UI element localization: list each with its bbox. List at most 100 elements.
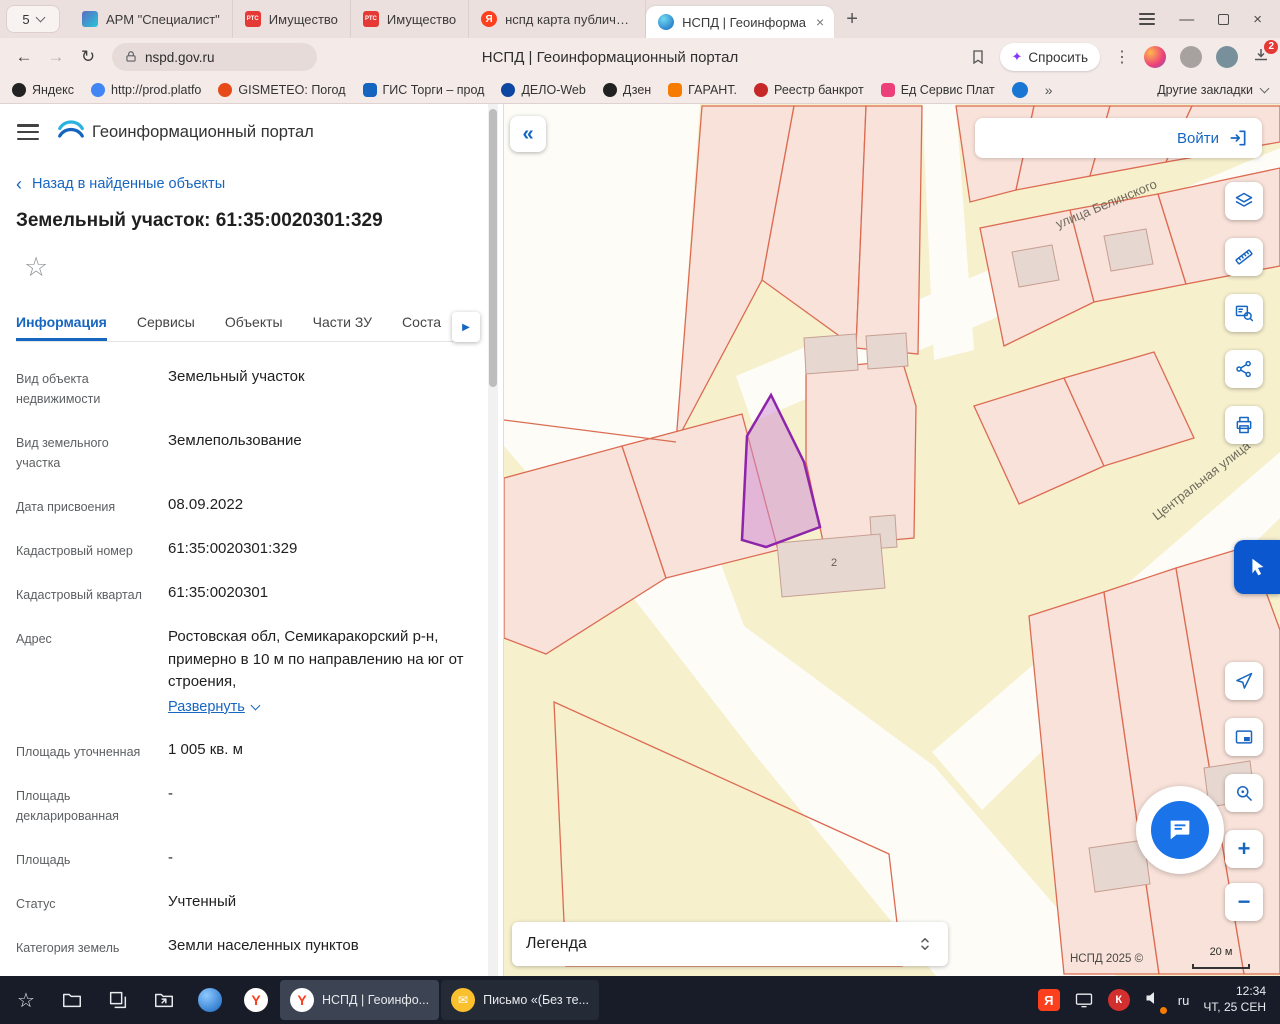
new-tab-button[interactable]: + [834, 8, 870, 31]
browser-menu-icon[interactable] [1139, 13, 1156, 25]
bookmark-ed-servis[interactable]: Ед Сервис Плат [880, 82, 995, 97]
clock-date: ЧТ, 25 СЕН [1203, 1000, 1266, 1014]
browser-orb-button[interactable] [188, 978, 232, 1022]
favorite-star-icon[interactable]: ☆ [24, 252, 48, 283]
collapse-panel-button[interactable]: « [510, 116, 546, 152]
ask-ai-button[interactable]: ✦ Спросить [999, 43, 1100, 71]
forward-button[interactable]: → [42, 47, 70, 67]
kebab-menu-icon[interactable]: ⋮ [1114, 47, 1130, 67]
measure-tool-button[interactable] [1225, 238, 1263, 276]
search-location-icon [1237, 786, 1252, 801]
extension-icon-blue[interactable] [1216, 46, 1238, 68]
tab-label: НСПД | Геоинформа [682, 14, 806, 30]
field-label: Вид земельного участка [16, 436, 109, 470]
tab-parts[interactable]: Части ЗУ [313, 308, 372, 341]
field-value: 61:35:0020301:329 [168, 540, 298, 557]
bookmark-reestr-bankrot[interactable]: Реестр банкрот [754, 82, 864, 97]
taskbar-window-nspd[interactable]: Y НСПД | Геоинфо... [280, 980, 440, 1020]
address-input[interactable]: nspd.gov.ru [112, 43, 317, 71]
portal-menu-icon[interactable] [17, 124, 39, 140]
extension-icon-gray[interactable] [1180, 46, 1202, 68]
bookmark-yandex[interactable]: Яндекс [12, 82, 74, 97]
login-bar[interactable]: Войти [975, 118, 1262, 158]
back-to-results-link[interactable]: ‹ Назад в найденные объекты [16, 175, 225, 193]
close-window-button[interactable]: × [1253, 11, 1262, 28]
speaker-icon [1146, 991, 1154, 1004]
tab-counter[interactable]: 5 [6, 5, 60, 33]
bookmark-label: ГИС Торги – прод [382, 82, 485, 97]
bookmark-dzen[interactable]: Дзен [602, 82, 651, 97]
tab-objects[interactable]: Объекты [225, 308, 283, 341]
display-tray-icon[interactable] [1074, 990, 1094, 1010]
tab-services[interactable]: Сервисы [137, 308, 195, 341]
tab-rts-2[interactable]: РТС Имущество [351, 0, 470, 38]
layers-tool-button[interactable] [1225, 182, 1263, 220]
field-value: 08.09.2022 [168, 496, 244, 513]
bookmark-label: Ед Сервис Плат [900, 82, 995, 97]
close-tab-icon[interactable]: × [814, 12, 826, 32]
tab-arm-specialist[interactable]: АРМ "Специалист" [70, 0, 233, 38]
downloads-button[interactable]: 2 [1252, 39, 1278, 69]
file-explorer-button[interactable] [50, 978, 94, 1022]
panel-scrollbar-thumb[interactable] [489, 109, 497, 387]
minimize-window-button[interactable]: — [1179, 11, 1194, 28]
search-location-button[interactable] [1225, 774, 1263, 812]
share-tool-button[interactable] [1225, 350, 1263, 388]
chat-widget-button[interactable] [1136, 786, 1224, 874]
taskbar-window-mail[interactable]: ✉ Письмо «(Без те... [441, 980, 599, 1020]
language-indicator[interactable]: ru [1178, 993, 1190, 1008]
extension-icon-colorful[interactable] [1144, 46, 1166, 68]
object-search-tool-button[interactable] [1225, 294, 1263, 332]
windows-stack-icon [109, 991, 127, 1009]
legend-bar[interactable]: Легенда [512, 922, 948, 966]
field-row-address: Адрес Ростовская обл, Семикаракорский р-… [16, 626, 478, 718]
tab-sostav[interactable]: Соста [402, 308, 441, 341]
k-app-tray-icon[interactable]: К [1107, 989, 1130, 1011]
tab-rts-1[interactable]: РТС Имущество [233, 0, 351, 38]
back-link-label: Назад в найденные объекты [32, 176, 226, 192]
other-bookmarks-button[interactable]: Другие закладки [1157, 83, 1270, 97]
clock[interactable]: 12:34 ЧТ, 25 СЕН [1203, 984, 1266, 1015]
reload-button[interactable]: ↻ [74, 47, 102, 67]
back-button[interactable]: ← [10, 47, 38, 67]
field-value: 61:35:0020301 [168, 584, 269, 601]
locate-me-button[interactable] [1225, 662, 1263, 700]
bookmark-prod-platform[interactable]: http://prod.platfo [91, 82, 202, 97]
plus-icon: + [1237, 836, 1251, 861]
tab-information[interactable]: Информация [16, 308, 107, 341]
bookmark-globe-icon[interactable] [1011, 81, 1028, 98]
mini-map-button[interactable] [1225, 718, 1263, 756]
field-label: Площадь [16, 853, 71, 868]
address-bar-actions: ✦ Спросить ⋮ 2 [970, 39, 1278, 71]
field-value: Земли населенных пунктов [168, 937, 359, 955]
pointer-mode-tab[interactable] [1234, 540, 1280, 594]
bookmark-gismeteo[interactable]: GISMETEO: Погод [218, 82, 346, 97]
zoom-out-button[interactable]: − [1225, 883, 1263, 921]
expand-address-link[interactable]: Развернуть [168, 697, 261, 719]
print-tool-button[interactable] [1225, 406, 1263, 444]
bookmarks-overflow-icon[interactable]: » [1045, 82, 1053, 98]
field-row: Вид земельного участка Землепользование [16, 430, 478, 473]
chat-icon [1170, 820, 1190, 840]
task-view-button[interactable] [96, 978, 140, 1022]
tab-nspd-public-map[interactable]: Я нспд карта публичная к [469, 0, 647, 38]
volume-tray-icon[interactable] [1144, 988, 1168, 1015]
maximize-window-button[interactable] [1218, 13, 1230, 25]
map-area: 2 улица Белинского Центральная улица « В… [504, 104, 1280, 976]
bookmark-flag-icon[interactable] [970, 49, 986, 65]
bookmark-gis-torgi[interactable]: ГИС Торги – прод [362, 82, 485, 97]
bookmark-garant[interactable]: ГАРАНТ. [668, 82, 737, 97]
yandex-browser-button[interactable]: Y [234, 978, 278, 1022]
shared-folder-button[interactable] [142, 978, 186, 1022]
bookmark-delo-web[interactable]: ДЕЛО-Web [501, 82, 586, 97]
tabs-next-button[interactable]: ▶ [452, 312, 480, 342]
yandex-tray-icon[interactable]: Я [1037, 989, 1060, 1011]
bookmark-label: http://prod.platfo [111, 82, 202, 97]
address-bar: ← → ↻ nspd.gov.ru НСПД | Геоинформационн… [0, 38, 1280, 76]
tab-label: нспд карта публичная к [505, 11, 634, 27]
start-button[interactable]: ☆ [4, 978, 48, 1022]
tab-label: Имущество [386, 11, 457, 27]
chat-widget-circle [1151, 801, 1209, 859]
zoom-in-button[interactable]: + [1225, 830, 1263, 868]
tab-nspd-portal-active[interactable]: НСПД | Геоинформа × [646, 6, 835, 38]
